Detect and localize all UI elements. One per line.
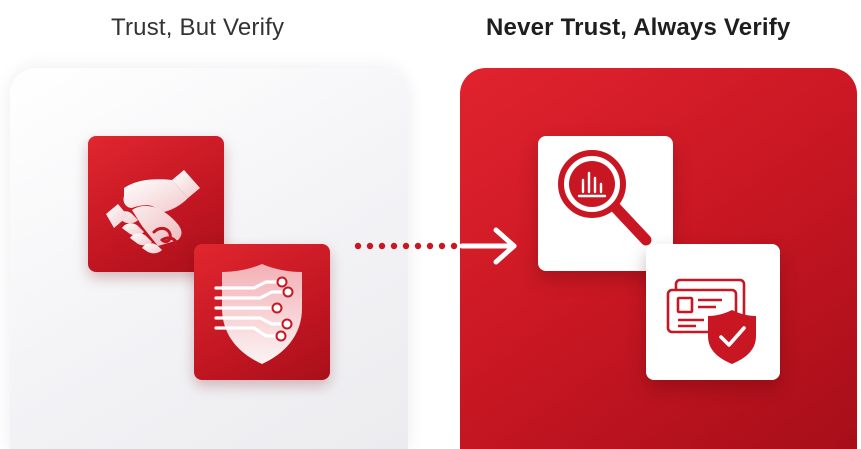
id-card-shield-icon	[666, 278, 756, 364]
shield-circuit-icon	[214, 264, 302, 364]
left-title: Trust, But Verify	[111, 14, 285, 41]
shield-tile	[194, 244, 330, 380]
id-card-tile	[646, 244, 780, 380]
right-title: Never Trust, Always Verify	[486, 14, 791, 41]
dotted-arrow-connector	[354, 227, 517, 265]
